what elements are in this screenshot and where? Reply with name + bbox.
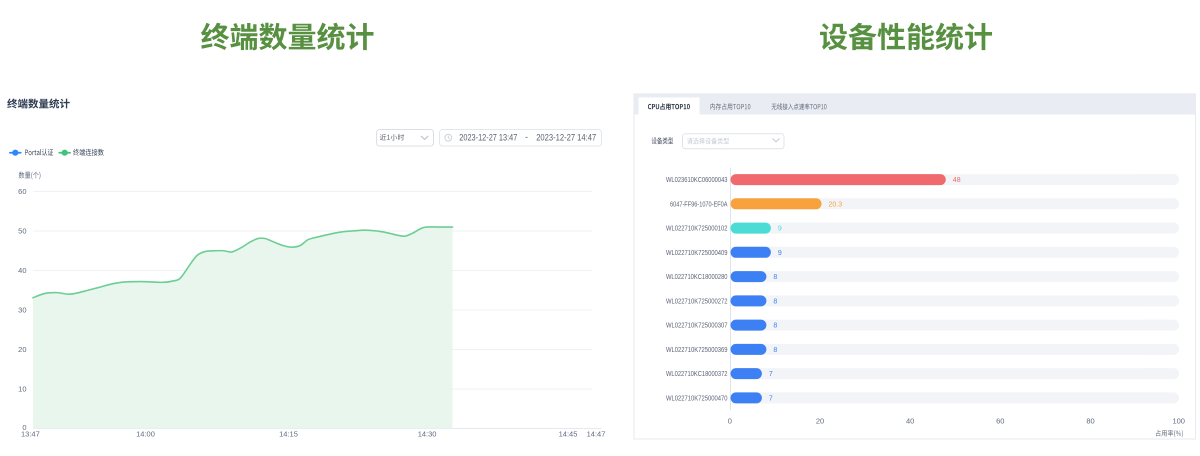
svg-text:30: 30	[18, 306, 26, 315]
svg-text:9: 9	[778, 226, 782, 233]
svg-text:-: -	[525, 132, 528, 142]
svg-text:WL022710K725000369: WL022710K725000369	[666, 345, 728, 354]
svg-text:WL022710K725000102: WL022710K725000102	[666, 224, 728, 233]
svg-text:8: 8	[773, 274, 777, 281]
svg-text:WL022710K725000409: WL022710K725000409	[666, 248, 728, 257]
svg-text:10: 10	[18, 385, 26, 394]
svg-text:WL022710KC18000372: WL022710KC18000372	[666, 369, 728, 378]
svg-text:48: 48	[953, 177, 961, 184]
svg-text:8: 8	[773, 298, 777, 305]
svg-text:14:45: 14:45	[559, 429, 578, 438]
svg-text:WL023610KC06000043: WL023610KC06000043	[666, 175, 728, 184]
svg-text:20.3: 20.3	[829, 201, 843, 208]
svg-text:2023-12-27 13:47: 2023-12-27 13:47	[459, 133, 517, 143]
svg-text:WL022710K725000272: WL022710K725000272	[666, 297, 728, 306]
svg-text:14:30: 14:30	[418, 429, 437, 438]
svg-text:60: 60	[18, 187, 26, 196]
svg-text:100: 100	[1172, 417, 1185, 426]
svg-text:20: 20	[816, 417, 824, 426]
svg-text:40: 40	[906, 417, 914, 426]
svg-text:80: 80	[1086, 417, 1094, 426]
svg-text:14:00: 14:00	[136, 429, 155, 438]
svg-text:0: 0	[728, 417, 732, 426]
svg-text:WL022710K725000307: WL022710K725000307	[666, 321, 728, 330]
svg-text:6047-FF96-1070-EF0A: 6047-FF96-1070-EF0A	[670, 199, 728, 208]
svg-text:2023-12-27 14:47: 2023-12-27 14:47	[536, 133, 596, 143]
svg-text:WL022710K725000470: WL022710K725000470	[666, 394, 728, 403]
svg-text:WL022710KC18000280: WL022710KC18000280	[666, 272, 728, 281]
svg-text:50: 50	[18, 227, 26, 236]
svg-text:7: 7	[769, 395, 773, 402]
svg-text:9: 9	[778, 250, 782, 257]
svg-text:8: 8	[773, 347, 777, 354]
svg-text:7: 7	[769, 371, 773, 378]
svg-text:8: 8	[773, 323, 777, 330]
svg-text:14:15: 14:15	[279, 429, 298, 438]
svg-text:14:47: 14:47	[587, 429, 606, 438]
svg-text:60: 60	[996, 417, 1004, 426]
svg-text:20: 20	[18, 345, 26, 354]
svg-text:13:47: 13:47	[21, 429, 40, 438]
svg-text:40: 40	[18, 266, 26, 275]
